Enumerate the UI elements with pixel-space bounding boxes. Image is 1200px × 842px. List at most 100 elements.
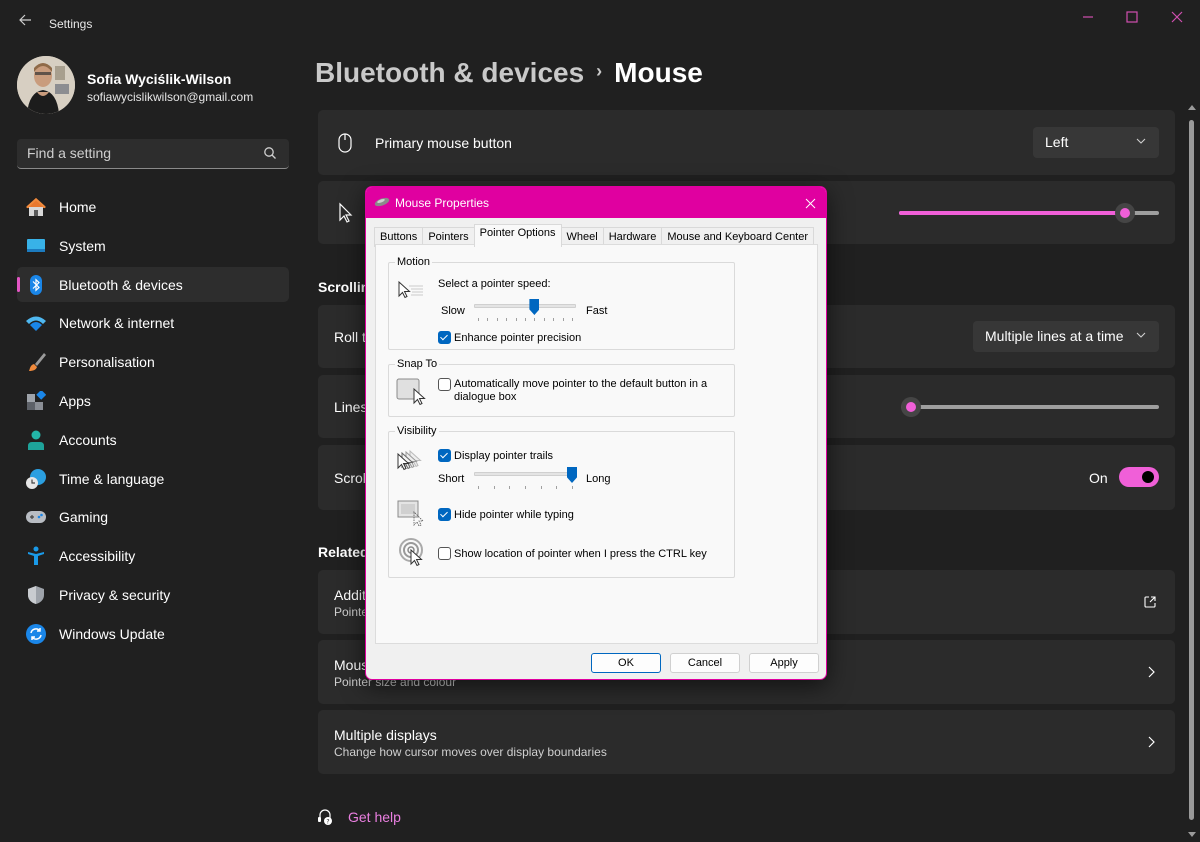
scroll-down-arrow-icon[interactable] <box>1188 832 1196 837</box>
slider-fill <box>899 211 1125 215</box>
related-item-multiple-displays[interactable]: Multiple displays Change how cursor move… <box>318 710 1175 774</box>
update-icon <box>26 623 46 644</box>
sidebar-item-network[interactable]: Network & internet <box>17 305 289 340</box>
chevron-right-icon <box>1148 666 1155 678</box>
hide-pointer-checkbox[interactable] <box>438 508 451 521</box>
sidebar-item-gaming[interactable]: Gaming <box>17 499 289 534</box>
accessibility-icon <box>28 546 44 566</box>
slider-tick <box>572 318 573 321</box>
maximize-button[interactable] <box>1117 6 1147 28</box>
roll-wheel-label: Roll t <box>334 329 366 345</box>
pointer-speed-slider[interactable] <box>474 299 576 321</box>
scrollbar[interactable] <box>1186 103 1198 839</box>
pointer-trail-length-slider[interactable] <box>474 467 577 489</box>
sidebar-item-time-language[interactable]: Time & language <box>17 461 289 496</box>
slider-tick <box>506 318 508 321</box>
search-icon[interactable] <box>263 146 277 160</box>
minimize-icon <box>1083 16 1093 18</box>
sidebar-nav: Home System Bluetooth & devices Network … <box>17 189 289 655</box>
snap-to-checkbox[interactable] <box>438 378 451 391</box>
sidebar-item-personalisation[interactable]: Personalisation <box>17 344 289 379</box>
enhance-precision-label: Enhance pointer precision <box>454 332 582 344</box>
scroll-up-arrow-icon[interactable] <box>1188 105 1196 110</box>
minimize-button[interactable] <box>1073 6 1103 28</box>
cancel-button[interactable]: Cancel <box>670 653 740 673</box>
apps-icon <box>27 390 46 410</box>
cursor-icon <box>339 202 353 223</box>
fast-label: Fast <box>586 305 608 317</box>
lines-to-scroll-label: Lines <box>334 399 368 415</box>
related-item-title: Addit <box>334 587 366 603</box>
sidebar-item-accessibility[interactable]: Accessibility <box>17 538 289 573</box>
avatar[interactable] <box>17 56 75 114</box>
dialog-title-bar[interactable]: Mouse Properties <box>366 187 826 218</box>
hide-pointer-icon <box>397 500 424 527</box>
group-title: Visibility <box>395 425 439 437</box>
search-box[interactable] <box>17 139 289 169</box>
dropdown-value: Left <box>1045 134 1069 150</box>
svg-text:?: ? <box>326 819 329 826</box>
dropdown-value: Multiple lines at a time <box>985 328 1124 344</box>
roll-wheel-dropdown[interactable]: Multiple lines at a time <box>973 321 1159 352</box>
lines-to-scroll-slider[interactable] <box>901 397 1159 417</box>
user-name: Sofia Wyciślik-Wilson <box>87 71 232 87</box>
sidebar-item-accounts[interactable]: Accounts <box>17 422 289 457</box>
short-label: Short <box>438 473 465 485</box>
snap-to-icon <box>396 378 426 406</box>
show-pointer-location-label: Show location of pointer when I press th… <box>454 548 707 560</box>
mouse-properties-dialog: Mouse Properties Buttons Pointers Pointe… <box>365 186 827 680</box>
related-item-subtitle: Pointe <box>334 605 369 619</box>
related-item-subtitle: Change how cursor moves over display bou… <box>334 745 607 759</box>
scrollbar-thumb[interactable] <box>1189 120 1194 820</box>
pointer-speed-slider[interactable] <box>899 203 1159 223</box>
sidebar-item-label: Privacy & security <box>59 586 171 603</box>
sidebar-item-label: Network & internet <box>59 315 175 332</box>
sidebar-item-system[interactable]: System <box>17 228 289 263</box>
chevron-down-icon <box>1136 332 1146 338</box>
slider-tick <box>525 486 526 489</box>
hide-pointer-label: Hide pointer while typing <box>454 509 574 521</box>
slider-thumb[interactable] <box>567 467 577 483</box>
pointer-speed-prompt: Select a pointer speed: <box>438 278 551 290</box>
get-help-link[interactable]: ? Get help <box>317 808 401 825</box>
search-input[interactable] <box>27 145 247 161</box>
sidebar-item-bluetooth-devices[interactable]: Bluetooth & devices <box>17 266 289 302</box>
pointer-trails-checkbox[interactable] <box>438 449 451 462</box>
close-icon <box>1171 11 1183 23</box>
get-help-label: Get help <box>348 808 401 825</box>
ok-button[interactable]: OK <box>591 653 661 673</box>
show-pointer-location-checkbox[interactable] <box>438 547 451 560</box>
slider-tick <box>515 318 517 321</box>
long-label: Long <box>586 473 611 485</box>
sidebar-item-privacy-security[interactable]: Privacy & security <box>17 577 289 612</box>
slider-tick <box>556 486 558 489</box>
sidebar-item-label: System <box>59 237 106 254</box>
sidebar-item-label: Accessibility <box>59 548 136 565</box>
slider-thumb[interactable] <box>901 397 921 417</box>
account-icon <box>28 430 44 450</box>
slider-tick <box>562 318 564 321</box>
scroll-inactive-label: Scroll <box>334 470 370 486</box>
primary-mouse-button-card: Primary mouse button Left <box>318 110 1175 175</box>
enhance-precision-checkbox[interactable] <box>438 331 451 344</box>
back-button[interactable] <box>14 12 36 34</box>
slider-thumb[interactable] <box>529 299 540 315</box>
scroll-inactive-toggle[interactable] <box>1119 467 1159 487</box>
slider-tick <box>487 318 489 321</box>
slider-tick <box>478 486 479 489</box>
sidebar-item-apps[interactable]: Apps <box>17 383 289 418</box>
slider-tick <box>493 486 495 489</box>
close-button[interactable] <box>1162 6 1192 28</box>
sidebar-item-windows-update[interactable]: Windows Update <box>17 616 289 651</box>
slider-thumb[interactable] <box>1115 203 1135 223</box>
sidebar-item-home[interactable]: Home <box>17 189 289 224</box>
paintbrush-icon <box>29 353 46 372</box>
primary-button-dropdown[interactable]: Left <box>1033 127 1159 158</box>
breadcrumb-parent[interactable]: Bluetooth & devices <box>315 57 584 88</box>
tab-pointer-options[interactable]: Pointer Options <box>473 224 562 247</box>
apply-button[interactable]: Apply <box>749 653 819 673</box>
slider-track <box>901 405 1159 409</box>
motion-group: Motion Select a pointer speed: Slow Fast… <box>388 256 735 350</box>
dialog-close-button[interactable] <box>800 193 820 213</box>
toggle-state-label: On <box>1089 470 1108 486</box>
